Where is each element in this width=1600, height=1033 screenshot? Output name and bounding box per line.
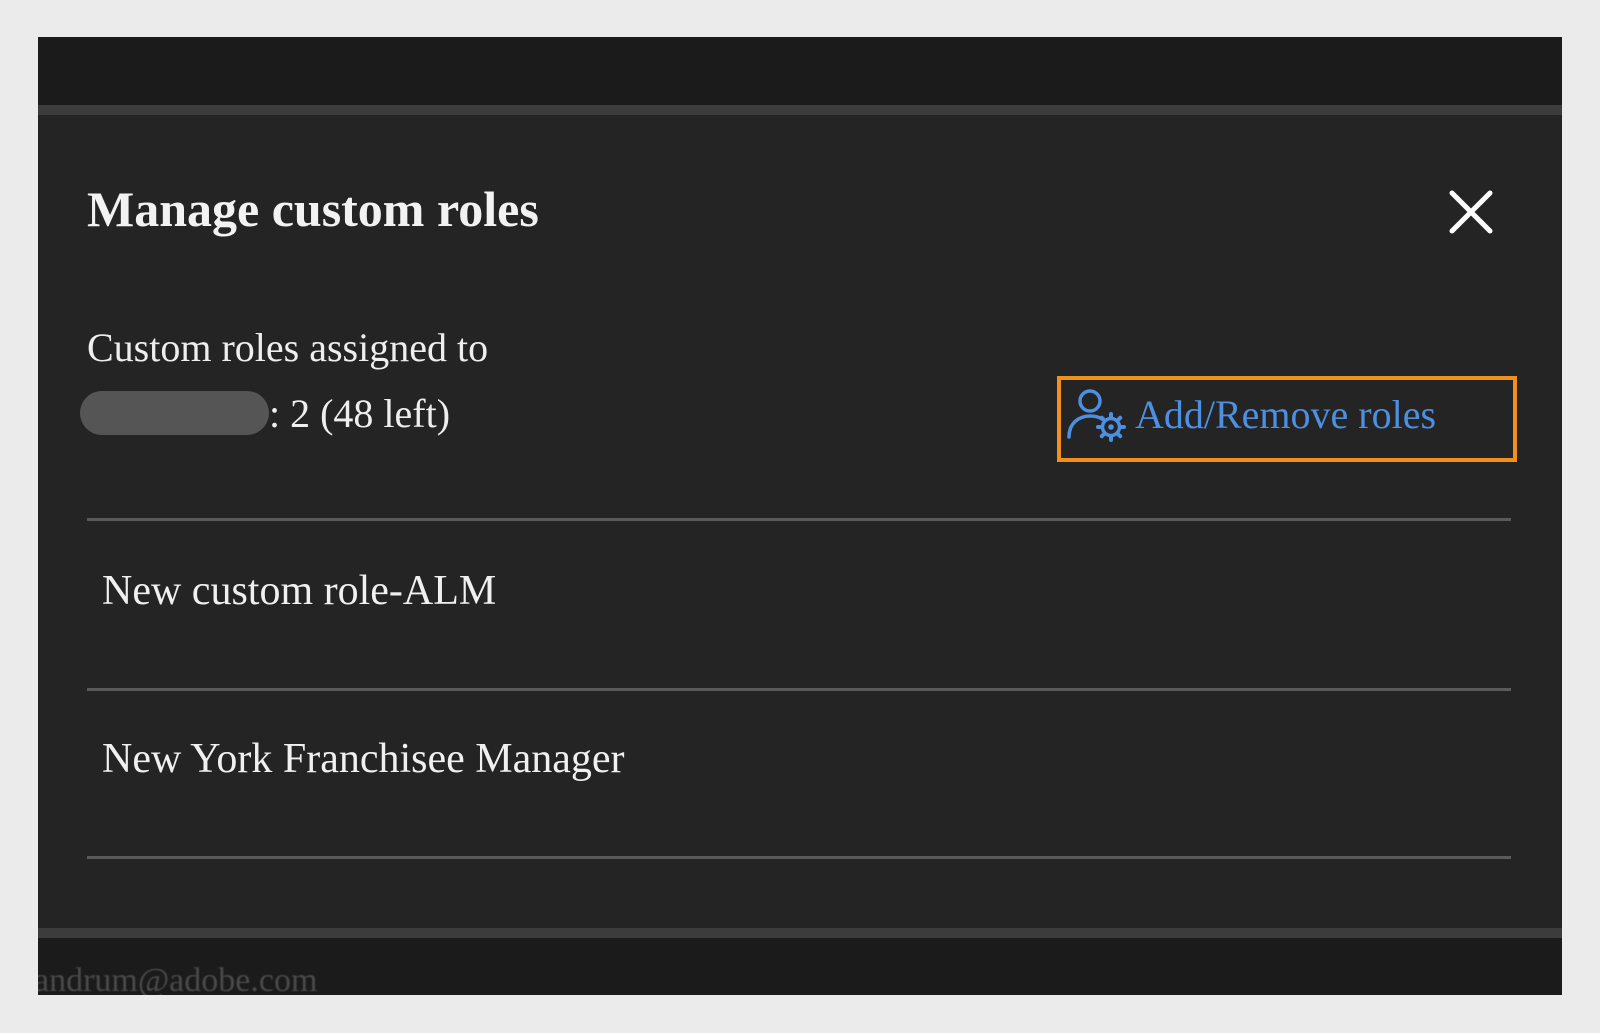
background-header <box>38 37 1562 105</box>
screenshot-frame: andrum@adobe.com Manage custom roles Cus… <box>38 37 1562 995</box>
divider <box>87 518 1511 521</box>
divider <box>87 688 1511 691</box>
assigned-roles-label: Custom roles assigned to <box>87 325 489 370</box>
background-email-text: andrum@adobe.com <box>38 962 318 995</box>
dialog-title: Manage custom roles <box>87 181 539 237</box>
add-remove-roles-label: Add/Remove roles <box>1135 391 1437 437</box>
role-item: New custom role-ALM <box>102 568 497 614</box>
user-gear-icon <box>1067 389 1126 442</box>
manage-custom-roles-dialog <box>38 115 1562 966</box>
redacted-user-name <box>80 391 269 435</box>
close-button[interactable] <box>1446 187 1496 237</box>
add-remove-roles-button[interactable]: Add/Remove roles <box>1065 382 1436 446</box>
assigned-roles-count-line: : 2 (48 left) <box>80 390 450 436</box>
divider <box>87 856 1511 859</box>
panel-border-top <box>38 105 1562 115</box>
panel-border-bottom <box>38 928 1562 938</box>
close-icon <box>1449 190 1493 234</box>
assigned-roles-count: : 2 (48 left) <box>269 390 451 436</box>
role-item: New York Franchisee Manager <box>102 736 625 782</box>
